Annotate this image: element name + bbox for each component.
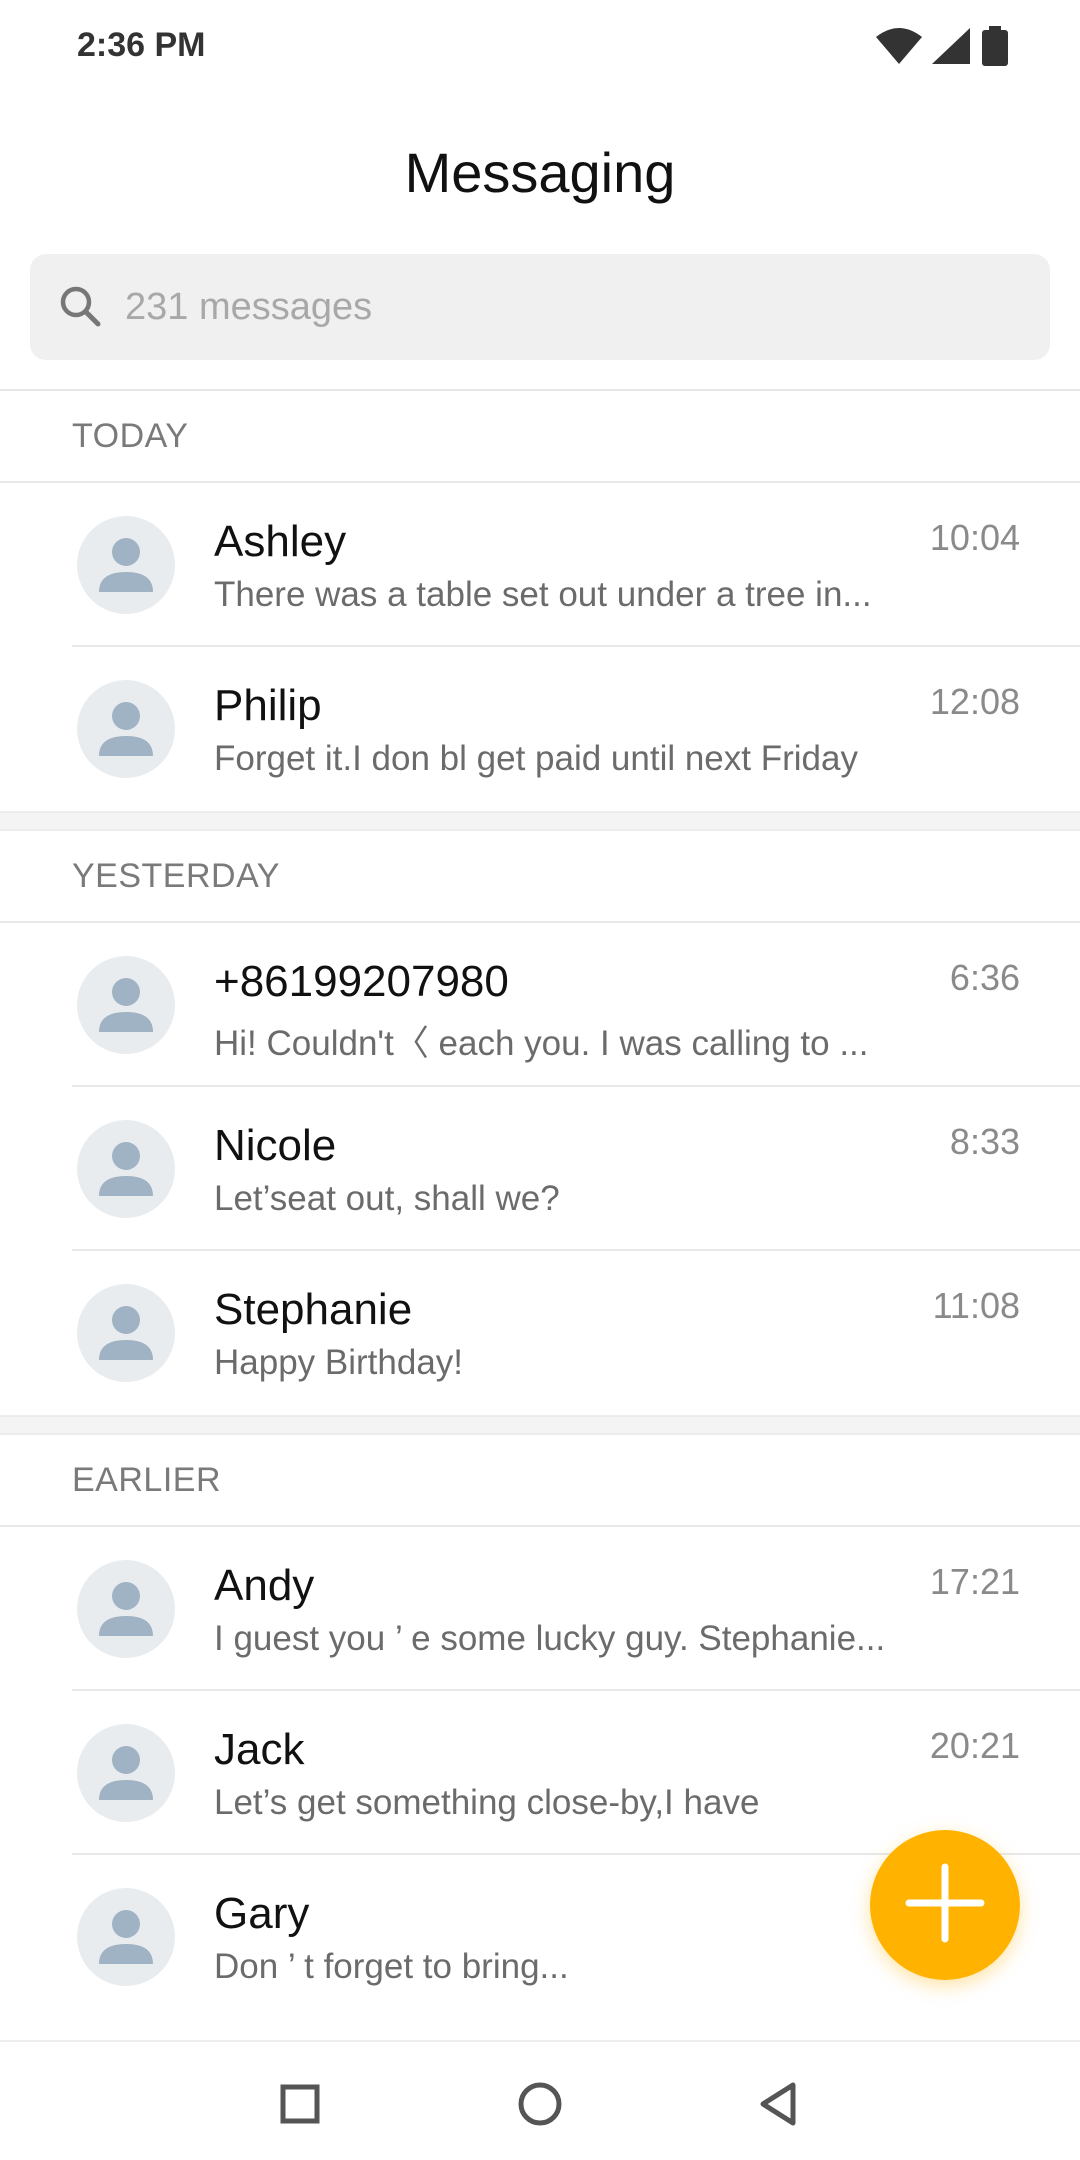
message-time: 20:21 [929,1725,1020,1766]
conversation-row[interactable]: Nicole 8:33 Let’seat out, shall we? [72,1087,1080,1251]
conversation-row[interactable]: Philip 12:08 Forget it.I don bl get paid… [72,647,1080,811]
avatar [77,680,175,778]
recents-button[interactable] [270,2076,330,2136]
system-navigation-bar [0,2040,1080,2160]
home-circle-icon [517,2081,563,2132]
status-icons [876,26,1010,71]
back-triangle-icon [757,2081,799,2132]
contact-name: Ashley [214,517,347,566]
message-preview: Let’seat out, shall we? [214,1179,560,1218]
conversation-row[interactable]: Ashley 10:04 There was a table set out u… [72,483,1080,647]
avatar [77,1560,175,1658]
contact-name: Gary [214,1889,310,1938]
message-preview: Hi! Couldn't〈 each you. I was calling to… [214,1024,869,1063]
page-title: Messaging [404,141,676,204]
contact-name: +86199207980 [214,957,509,1006]
avatar [77,1888,175,1986]
avatar [77,1284,175,1382]
battery-icon [980,26,1010,71]
message-time: 12:08 [929,681,1020,722]
avatar [77,1120,175,1218]
back-button[interactable] [748,2076,808,2136]
search-icon [58,284,104,335]
conversation-row[interactable]: Andy 17:21 I guest you ’ e some lucky gu… [72,1527,1080,1691]
conversation-row[interactable]: +86199207980 6:36 Hi! Couldn't〈 each you… [72,923,1080,1087]
conversation-row[interactable]: Jack 20:21 Let’s get something close-by,… [72,1691,1080,1855]
message-preview: Happy Birthday! [214,1343,464,1382]
conversation-row[interactable]: Stephanie 11:08 Happy Birthday! [72,1251,1080,1415]
home-button[interactable] [510,2076,570,2136]
wifi-icon [876,28,922,69]
contact-name: Stephanie [214,1285,413,1334]
conversation-list: TODAY Ashley 10:04 There was a table set… [0,391,1080,2019]
status-bar: 2:36 PM [0,0,1080,96]
recents-square-icon [280,2084,320,2129]
contact-name: Nicole [214,1121,337,1170]
search-input[interactable] [125,276,1005,338]
section-divider [0,1415,1080,1435]
status-time: 2:36 PM [77,26,206,64]
search-bar[interactable] [30,254,1050,360]
new-message-button[interactable] [870,1830,1020,1980]
signal-icon [932,28,970,69]
section-label: YESTERDAY [72,856,280,895]
section-label: TODAY [72,416,189,455]
message-preview: Let’s get something close-by,I have [214,1783,760,1822]
message-time: 6:36 [949,957,1020,998]
message-time: 8:33 [949,1121,1020,1162]
message-time: 17:21 [929,1561,1020,1602]
contact-name: Andy [214,1561,315,1610]
section-divider [0,811,1080,831]
section-header-earlier: EARLIER [0,1435,1080,1527]
contact-name: Philip [214,681,322,730]
avatar [77,516,175,614]
message-preview: Forget it.I don bl get paid until next F… [214,739,858,778]
message-preview: There was a table set out under a tree i… [214,575,872,614]
section-header-yesterday: YESTERDAY [0,831,1080,923]
section-header-today: TODAY [0,391,1080,483]
message-preview: Don ’ t forget to bring... [214,1947,569,1986]
message-time: 10:04 [929,517,1020,558]
contact-name: Jack [214,1725,305,1774]
section-label: EARLIER [72,1460,221,1499]
plus-icon [905,1863,985,1948]
message-time: 11:08 [932,1285,1020,1326]
message-preview: I guest you ’ e some lucky guy. Stephani… [214,1619,886,1658]
avatar [77,1724,175,1822]
avatar [77,956,175,1054]
